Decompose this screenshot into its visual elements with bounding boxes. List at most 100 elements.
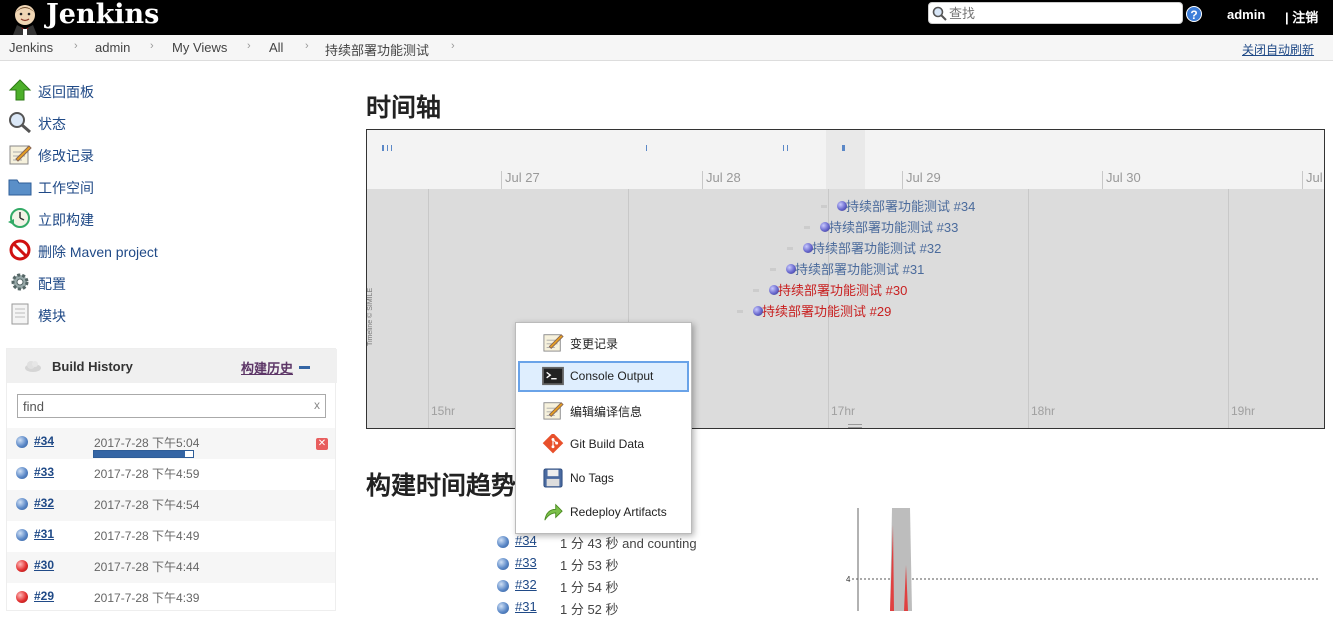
timeline-hour-label: 15hr — [431, 404, 456, 418]
breadcrumb-project[interactable]: 持续部署功能测试 — [325, 40, 429, 59]
task-status[interactable]: 状态 — [8, 109, 328, 135]
app-title[interactable]: Jenkins — [46, 0, 159, 30]
build-time-trend-chart[interactable]: 4 — [840, 505, 1333, 611]
jenkins-butler-logo-icon[interactable] — [8, 1, 42, 35]
menu-item-git-build-data[interactable]: Git Build Data — [518, 429, 689, 460]
timeline-widget[interactable]: Jul 27 Jul 28 Jul 29 Jul 30 Jul 15hr 16h… — [366, 129, 1325, 429]
no-entry-icon — [9, 239, 31, 261]
build-date[interactable]: 2017-7-28 下午4:49 — [94, 527, 199, 544]
help-icon[interactable]: ? — [1186, 6, 1202, 22]
collapse-minus-icon[interactable] — [299, 366, 310, 369]
breadcrumb-my-views[interactable]: My Views — [172, 40, 227, 55]
task-modules[interactable]: 模块 — [8, 301, 328, 327]
menu-item-label: Console Output — [570, 369, 654, 383]
trend-row: #34 1 分 43 秒 and counting — [497, 531, 757, 553]
breadcrumb-jenkins[interactable]: Jenkins — [9, 40, 53, 55]
status-ball-icon — [497, 580, 509, 592]
build-number-link[interactable]: #29 — [34, 589, 54, 603]
task-label: 模块 — [38, 308, 66, 324]
timeline-hour-label: 17hr — [831, 404, 856, 418]
trend-duration: 1 分 43 秒 and counting — [560, 536, 697, 551]
stop-build-icon[interactable]: ✕ — [316, 438, 328, 450]
timeline-overview-tick — [842, 145, 845, 151]
search-box — [928, 2, 1183, 24]
task-build-now[interactable]: 立即构建 — [8, 205, 328, 231]
build-number-link[interactable]: #33 — [34, 465, 54, 479]
breadcrumb-admin[interactable]: admin — [95, 40, 130, 55]
build-date[interactable]: 2017-7-28 下午5:04 — [94, 434, 199, 451]
disable-auto-refresh-link[interactable]: 关闭自动刷新 — [1242, 41, 1314, 58]
status-ball-icon — [497, 536, 509, 548]
build-filter-field: x — [17, 394, 326, 418]
build-date[interactable]: 2017-7-28 下午4:54 — [94, 496, 199, 513]
build-date[interactable]: 2017-7-28 下午4:39 — [94, 589, 199, 606]
timeline-day-divider — [1102, 171, 1103, 189]
task-workspace[interactable]: 工作空间 — [8, 173, 328, 199]
clear-filter-icon[interactable]: x — [314, 398, 320, 412]
trend-build-link[interactable]: #34 — [515, 533, 537, 548]
notepad-icon — [543, 402, 564, 420]
build-number-link[interactable]: #30 — [34, 558, 54, 572]
breadcrumb-separator-icon[interactable]: › — [247, 40, 251, 52]
status-ball-icon — [16, 560, 28, 572]
weather-cloud-icon — [25, 361, 41, 372]
menu-item-changes[interactable]: 变更记录 — [518, 327, 689, 358]
build-progress-bar[interactable] — [93, 450, 194, 458]
timeline-hour-divider — [1028, 189, 1029, 428]
search-input[interactable] — [949, 4, 1177, 22]
menu-item-edit-build-info[interactable]: 编辑编译信息 — [518, 395, 689, 426]
user-link[interactable]: admin — [1227, 7, 1265, 22]
build-number-link[interactable]: #32 — [34, 496, 54, 510]
status-ball-icon — [497, 558, 509, 570]
task-changes[interactable]: 修改记录 — [8, 141, 328, 167]
build-row: #30 2017-7-28 下午4:44 — [7, 552, 335, 583]
build-number-link[interactable]: #31 — [34, 527, 54, 541]
logout-link[interactable]: | 注销 — [1285, 7, 1318, 26]
trend-build-link[interactable]: #33 — [515, 555, 537, 570]
menu-item-no-tags[interactable]: No Tags — [518, 463, 689, 494]
breadcrumb-separator-icon[interactable]: › — [451, 40, 455, 52]
status-ball-icon — [16, 436, 28, 448]
trend-row: #33 1 分 53 秒 — [497, 553, 757, 575]
timeline-overview-tick — [646, 145, 647, 151]
trend-axis-label: 4 — [846, 575, 851, 584]
task-label: 配置 — [38, 276, 66, 292]
menu-item-label: 编辑编译信息 — [570, 405, 643, 419]
build-history-trend-link[interactable]: 构建历史 — [241, 358, 293, 377]
page-header: Jenkins ? admin | 注销 — [0, 0, 1333, 35]
menu-item-console-output[interactable]: Console Output — [518, 361, 689, 392]
build-filter-input[interactable] — [23, 397, 303, 415]
timeline-date-label: Jul 29 — [906, 170, 941, 185]
trend-build-link[interactable]: #31 — [515, 599, 537, 614]
build-row: #32 2017-7-28 下午4:54 — [7, 490, 335, 521]
clock-build-icon — [8, 208, 30, 228]
breadcrumb-all[interactable]: All — [269, 40, 283, 55]
breadcrumb-separator-icon[interactable]: › — [74, 40, 78, 52]
folder-icon — [8, 179, 32, 196]
menu-item-redeploy-artifacts[interactable]: Redeploy Artifacts — [518, 497, 689, 528]
build-number-link[interactable]: #34 — [34, 434, 54, 448]
timeline-resize-handle-icon[interactable] — [848, 424, 862, 428]
trend-duration: 1 分 54 秒 — [560, 580, 619, 595]
document-icon — [11, 303, 29, 325]
build-row: #34 2017-7-28 下午5:04 ✕ — [7, 428, 335, 459]
timeline-overview-tick — [382, 145, 384, 151]
timeline-heading: 时间轴 — [366, 94, 442, 122]
timeline-credit[interactable]: Timeline © SIMILE — [367, 288, 374, 346]
build-time-trend-heading: 构建时间趋势 — [366, 472, 517, 500]
timeline-date-label: Jul 30 — [1106, 170, 1141, 185]
status-ball-icon — [16, 498, 28, 510]
status-ball-icon — [16, 467, 28, 479]
task-configure[interactable]: 配置 — [8, 269, 328, 295]
build-date[interactable]: 2017-7-28 下午4:44 — [94, 558, 199, 575]
task-delete-project[interactable]: 删除 Maven project — [8, 237, 328, 263]
breadcrumb-separator-icon[interactable]: › — [305, 40, 309, 52]
trend-duration: 1 分 53 秒 — [560, 558, 619, 573]
build-date[interactable]: 2017-7-28 下午4:59 — [94, 465, 199, 482]
status-ball-icon — [16, 591, 28, 603]
breadcrumb: Jenkins › admin › My Views › All › 持续部署功… — [0, 35, 1333, 61]
trend-build-link[interactable]: #32 — [515, 577, 537, 592]
task-back-to-dashboard[interactable]: 返回面板 — [8, 77, 328, 103]
breadcrumb-separator-icon[interactable]: › — [150, 40, 154, 52]
event-label: 持续部署功能测试 #34 — [846, 199, 976, 214]
